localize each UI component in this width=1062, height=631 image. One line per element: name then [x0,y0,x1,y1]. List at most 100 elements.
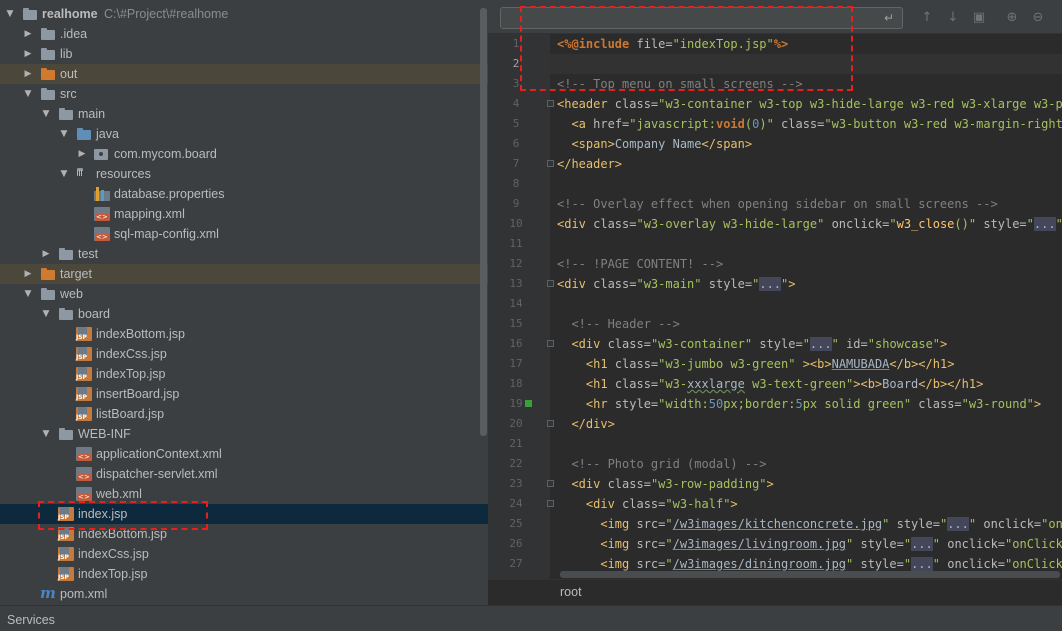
fold-marker-icon[interactable] [547,100,554,107]
tree-item-label: com.mycom.board [114,147,217,161]
expand-arrow-icon[interactable]: ▼ [40,104,52,124]
tree-item[interactable]: indexCss.jsp [0,544,488,564]
tree-item[interactable]: dispatcher-servlet.xml [0,464,488,484]
breadcrumb: root [488,579,1062,605]
code-line[interactable]: <div class="w3-main" style="..."> [557,274,796,294]
code-line[interactable]: <div class="w3-overlay w3-hide-large" on… [557,214,1062,234]
remove-selection-icon[interactable]: ⊖ [1029,8,1047,28]
expand-arrow-icon[interactable]: ▼ [22,84,34,104]
code-line[interactable]: <img src="/w3images/kitchenconcrete.jpg "… [557,514,1062,534]
line-number: 24 [509,497,523,510]
code-line[interactable]: <!-- Photo grid (modal) --> [557,454,766,474]
expand-arrow-icon[interactable]: ▼ [58,124,70,144]
code-line[interactable]: <h1 class="w3-jumbo w3-green" ><b>NAMUBA… [557,354,955,374]
tree-item-label: main [78,107,106,121]
tree-item[interactable]: ▼ realhome C:\#Project\#realhome [0,4,488,24]
collapse-arrow-icon[interactable]: ▶ [76,144,88,164]
collapse-arrow-icon[interactable]: ▶ [22,24,34,44]
tree-item[interactable]: ▼ java [0,124,488,144]
add-selection-icon[interactable]: ⊕ [1003,8,1021,28]
tree-item[interactable]: sql-map-config.xml [0,224,488,244]
tree-scrollbar[interactable] [480,8,487,436]
tree-item[interactable]: indexTop.jsp [0,364,488,384]
tree-item-label: src [60,87,77,101]
tree-item[interactable]: ▼ resources [0,164,488,184]
code-line[interactable]: <h1 class="w3-xxxlarge w3-text-green"><b… [557,374,983,394]
horizontal-scrollbar[interactable] [560,571,1060,578]
collapse-arrow-icon[interactable]: ▶ [22,64,34,84]
code-line[interactable]: <div class="w3-row-padding"> [557,474,773,494]
tree-item[interactable]: ▼ web [0,284,488,304]
breadcrumb-root[interactable]: root [560,585,582,599]
code-token: "showcase" [867,337,941,351]
services-tab[interactable]: Services [7,613,55,627]
code-token: ()" [954,217,977,231]
xml-icon [94,207,110,221]
collapse-arrow-icon[interactable]: ▶ [40,244,52,264]
fold-marker-icon[interactable] [547,500,554,507]
tree-item[interactable]: ▼ WEB-INF [0,424,488,444]
code-line[interactable]: <span>Company Name</span> [557,134,752,154]
fold-marker-icon[interactable] [547,480,554,487]
expand-arrow-icon[interactable]: ▼ [22,284,34,304]
expand-arrow-icon[interactable]: ▼ [40,424,52,444]
tree-item[interactable]: ▶ lib [0,44,488,64]
code-line[interactable]: <div class="w3-half"> [557,494,738,514]
code-token: class= [614,97,659,111]
tree-item[interactable]: ▶ .idea [0,24,488,44]
code-token: href= [593,117,630,131]
expand-arrow-icon[interactable]: ▼ [40,304,52,324]
code-line[interactable]: <a href="javascript:void(0)" class="w3-b… [557,114,1062,134]
folder-icon [58,107,74,121]
fold-marker-icon[interactable] [547,160,554,167]
tree-item[interactable]: indexBottom.jsp [0,324,488,344]
code-token: src= [636,517,666,531]
code-token: style= [708,277,753,291]
tree-item[interactable]: indexTop.jsp [0,564,488,584]
next-occurrence-icon[interactable]: ↓ [944,8,962,28]
line-number: 5 [512,117,520,130]
collapse-arrow-icon[interactable]: ▶ [22,44,34,64]
expand-arrow-icon[interactable]: ▼ [58,164,70,184]
code-line[interactable]: <header class="w3-container w3-top w3-hi… [557,94,1062,114]
code-line[interactable]: <!-- Header --> [557,314,679,334]
regex-icon[interactable]: ↵ [884,8,894,28]
tree-item[interactable]: database.properties [0,184,488,204]
tree-item[interactable]: ▼ main [0,104,488,124]
tree-item[interactable]: applicationContext.xml [0,444,488,464]
code-token: "w3- [658,377,688,391]
code-line[interactable]: </div> [557,414,614,434]
tree-item[interactable]: insertBoard.jsp [0,384,488,404]
code-token: </b></h1> [918,377,984,391]
line-number: 12 [509,257,523,270]
select-all-icon[interactable]: ▣ [970,8,988,28]
tree-item[interactable]: ▶ com.mycom.board [0,144,488,164]
tree-item[interactable]: ▼ src [0,84,488,104]
tree-item-label: insertBoard.jsp [96,387,180,401]
code-area[interactable]: 1 <%@include file="indexTop.jsp"%> 2 3 <!-- … [488,34,1062,579]
fold-marker-icon[interactable] [547,420,554,427]
tree-item[interactable]: mapping.xml [0,204,488,224]
code-line[interactable]: <img src="/w3images/livingroom.jpg" styl… [557,534,1062,554]
tree-item-label: indexTop.jsp [78,567,148,581]
tree-item[interactable]: ▼ board [0,304,488,324]
code-token: </b></h1> [889,357,955,371]
collapse-arrow-icon[interactable]: ▶ [22,264,34,284]
tree-item[interactable]: m pom.xml [0,584,488,604]
code-line[interactable]: </header> [557,154,622,174]
prev-occurrence-icon[interactable]: ↑ [918,8,936,28]
code-line[interactable]: <!-- Overlay effect when opening sidebar… [557,194,998,214]
code-token: " [903,537,912,551]
tree-item[interactable]: ▶ out [0,64,488,84]
fold-marker-icon[interactable] [547,280,554,287]
code-line[interactable]: <hr style="width:50px;border:5px solid g… [557,394,1041,414]
tree-item[interactable]: indexCss.jsp [0,344,488,364]
tree-item[interactable]: listBoard.jsp [0,404,488,424]
tree-item[interactable]: ▶ test [0,244,488,264]
fold-marker-icon[interactable] [547,340,554,347]
tree-item[interactable]: ▶ target [0,264,488,284]
code-line[interactable]: <div class="w3-container" style="..." id… [557,334,947,354]
expand-arrow-icon[interactable]: ▼ [4,4,16,24]
code-line[interactable]: <!-- !PAGE CONTENT! --> [557,254,723,274]
